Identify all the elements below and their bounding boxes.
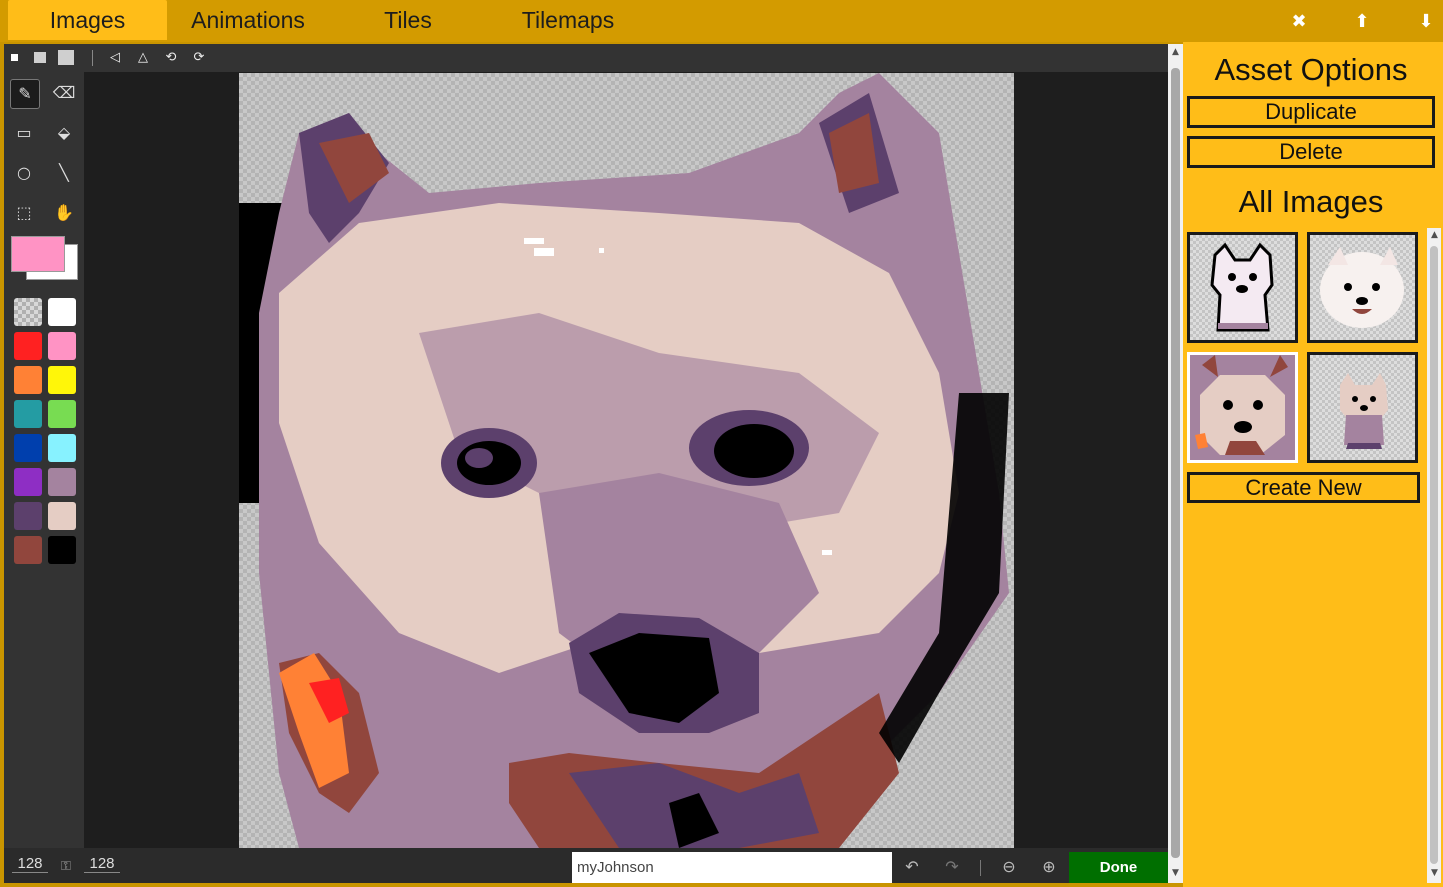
- close-icon[interactable]: ✖: [1289, 12, 1309, 32]
- scroll-down-icon[interactable]: ▼: [1429, 868, 1440, 878]
- tab-tilemaps[interactable]: Tilemaps: [493, 0, 643, 40]
- thumbnail-scrollbar-thumb[interactable]: [1430, 246, 1438, 864]
- asset-options-title: Asset Options: [1214, 52, 1408, 87]
- delete-button[interactable]: Delete: [1187, 136, 1435, 168]
- flip-vertical-icon[interactable]: △: [134, 50, 152, 66]
- palette-swatch[interactable]: [48, 332, 76, 360]
- tab-animations[interactable]: Animations: [168, 0, 328, 40]
- pixel-image-canvas[interactable]: [239, 73, 1014, 848]
- editor-bottom-bar: 128 ⚿ 128 ↶ ↷ ⊖ ⊕ Done: [4, 848, 1168, 883]
- palette-swatch[interactable]: [14, 332, 42, 360]
- tab-tiles[interactable]: Tiles: [348, 0, 468, 40]
- palette-swatch[interactable]: [14, 366, 42, 394]
- create-new-button[interactable]: Create New: [1187, 472, 1420, 503]
- all-images-title: All Images: [1238, 184, 1384, 219]
- redo-icon[interactable]: ↷: [942, 858, 962, 876]
- brush-size-small[interactable]: [11, 54, 18, 61]
- canvas-height[interactable]: 128: [84, 855, 120, 873]
- rotate-cw-icon[interactable]: ⟳: [190, 50, 208, 66]
- upload-icon[interactable]: ⬆: [1352, 12, 1372, 32]
- palette-swatch[interactable]: [14, 298, 42, 326]
- rotate-ccw-icon[interactable]: ⟲: [162, 50, 180, 66]
- palette-swatch[interactable]: [48, 400, 76, 428]
- palette-swatch[interactable]: [14, 536, 42, 564]
- dog-pixel-art: [239, 73, 1009, 848]
- editor-toolbar: ◁ △ ⟲ ⟳: [4, 44, 1168, 72]
- editor-scrollbar[interactable]: ▲ ▼: [1168, 44, 1183, 883]
- palette-swatch[interactable]: [48, 536, 76, 564]
- bottom-divider: [980, 860, 981, 876]
- palette-swatch[interactable]: [14, 434, 42, 462]
- image-thumbnail[interactable]: [1307, 232, 1418, 343]
- tab-images[interactable]: Images: [8, 0, 167, 40]
- asset-name-input[interactable]: [572, 852, 892, 883]
- lock-aspect-icon[interactable]: ⚿: [56, 858, 76, 876]
- zoom-out-icon[interactable]: ⊖: [999, 858, 1019, 876]
- scroll-up-icon[interactable]: ▲: [1429, 230, 1440, 240]
- done-button[interactable]: Done: [1069, 852, 1168, 883]
- image-thumbnail[interactable]: [1307, 352, 1418, 463]
- fill-tool-icon[interactable]: ⬙: [50, 119, 78, 147]
- undo-icon[interactable]: ↶: [902, 858, 922, 876]
- circle-tool-icon[interactable]: ○: [10, 159, 38, 187]
- top-bar: Images Animations Tiles Tilemaps ✖ ⬆ ⬇: [0, 0, 1443, 42]
- thumbnail-scrollbar[interactable]: ▲ ▼: [1427, 228, 1441, 883]
- eraser-tool-icon[interactable]: ⌫: [50, 79, 78, 107]
- image-thumbnail-selected[interactable]: [1187, 352, 1298, 463]
- asset-panel: Asset Options Duplicate Delete All Image…: [1183, 42, 1443, 887]
- rectangle-tool-icon[interactable]: ▭: [10, 119, 38, 147]
- flip-horizontal-icon[interactable]: ◁: [106, 50, 124, 66]
- palette-swatch[interactable]: [48, 434, 76, 462]
- line-tool-icon[interactable]: ╲: [50, 159, 78, 187]
- palette-swatch[interactable]: [14, 400, 42, 428]
- download-icon[interactable]: ⬇: [1416, 12, 1436, 32]
- brush-size-medium[interactable]: [34, 52, 46, 63]
- thumbnail-westie-small: [1340, 373, 1388, 449]
- duplicate-button[interactable]: Duplicate: [1187, 96, 1435, 128]
- thumbnail-westie-sitting: [1210, 242, 1274, 332]
- image-thumbnail[interactable]: [1187, 232, 1298, 343]
- palette-swatch[interactable]: [14, 502, 42, 530]
- pencil-tool-icon[interactable]: ✎: [10, 79, 40, 109]
- palette-swatch[interactable]: [14, 468, 42, 496]
- scroll-up-icon[interactable]: ▲: [1170, 47, 1181, 57]
- toolbar-divider: [92, 50, 93, 66]
- image-editor: ◁ △ ⟲ ⟳ ✎ ⌫ ▭ ⬙ ○ ╲ ⬚ ✋ 128 ⚿ 128 myJohn…: [4, 44, 1183, 883]
- thumbnail-westie-face-white: [1320, 247, 1404, 328]
- tool-panel: ✎ ⌫ ▭ ⬙ ○ ╲ ⬚ ✋: [4, 72, 84, 848]
- palette-swatch[interactable]: [48, 502, 76, 530]
- palette-swatch[interactable]: [48, 298, 76, 326]
- thumbnail-westie-closeup: [1190, 355, 1295, 460]
- pan-tool-icon[interactable]: ✋: [50, 199, 78, 227]
- primary-color[interactable]: [11, 236, 65, 272]
- palette-swatch[interactable]: [48, 468, 76, 496]
- canvas-area[interactable]: [84, 72, 1168, 848]
- palette-swatch[interactable]: [48, 366, 76, 394]
- canvas-width[interactable]: 128: [12, 855, 48, 873]
- scrollbar-thumb[interactable]: [1171, 68, 1180, 858]
- brush-size-large[interactable]: [58, 50, 74, 65]
- scroll-down-icon[interactable]: ▼: [1170, 868, 1181, 878]
- zoom-in-icon[interactable]: ⊕: [1039, 858, 1059, 876]
- marquee-tool-icon[interactable]: ⬚: [10, 199, 38, 227]
